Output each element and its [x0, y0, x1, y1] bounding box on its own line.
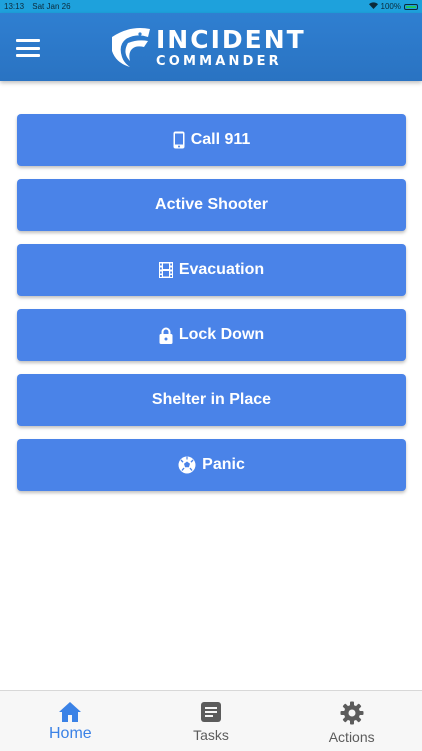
- tab-home-label: Home: [48, 725, 92, 742]
- evacuation-label: Evacuation: [178, 261, 265, 278]
- lock-icon: [159, 327, 173, 344]
- bottom-tab-bar: Home Tasks Actions: [0, 690, 422, 751]
- logo-subtitle: COMMANDER: [156, 53, 282, 69]
- gear-icon: [340, 701, 364, 725]
- tab-tasks-label: Tasks: [193, 727, 229, 743]
- tab-actions[interactable]: Actions: [281, 691, 422, 751]
- lock-down-button[interactable]: Lock Down: [17, 309, 406, 361]
- call-911-label: Call 911: [190, 131, 251, 148]
- shelter-in-place-button[interactable]: Shelter in Place: [17, 374, 406, 426]
- tab-actions-label: Actions: [328, 729, 375, 745]
- tab-tasks[interactable]: Tasks: [141, 691, 282, 751]
- active-shooter-label: Active Shooter: [155, 196, 268, 213]
- active-shooter-button[interactable]: Active Shooter: [17, 179, 406, 231]
- tab-home[interactable]: Home: [0, 691, 141, 751]
- app-header: INCIDENT COMMANDER: [0, 13, 422, 81]
- logo-title: INCIDENT: [156, 24, 306, 54]
- panic-button[interactable]: Panic: [17, 439, 406, 491]
- app-logo: INCIDENT COMMANDER: [108, 23, 306, 71]
- panic-label: Panic: [202, 456, 245, 473]
- status-bar: 13:13 Sat Jan 26 100%: [0, 0, 422, 13]
- lock-down-label: Lock Down: [178, 326, 265, 343]
- film-icon: [158, 262, 173, 278]
- evacuation-button[interactable]: Evacuation: [17, 244, 406, 296]
- list-icon: [201, 702, 221, 722]
- soccer-ball-icon: [178, 456, 196, 474]
- mobile-phone-icon: [173, 131, 185, 149]
- status-date: Sat Jan 26: [32, 2, 71, 11]
- wifi-icon: [368, 2, 378, 11]
- eagle-logo-icon: [112, 28, 150, 67]
- call-911-button[interactable]: Call 911: [17, 114, 406, 166]
- status-time: 13:13: [4, 2, 25, 11]
- shelter-in-place-label: Shelter in Place: [151, 391, 272, 408]
- hamburger-menu-icon[interactable]: [16, 39, 40, 57]
- battery-icon: [404, 3, 418, 10]
- home-icon: [59, 702, 82, 722]
- action-list: Call 911 Active Shooter Evacuation Lock …: [17, 114, 406, 504]
- battery-percent: 100%: [380, 2, 401, 11]
